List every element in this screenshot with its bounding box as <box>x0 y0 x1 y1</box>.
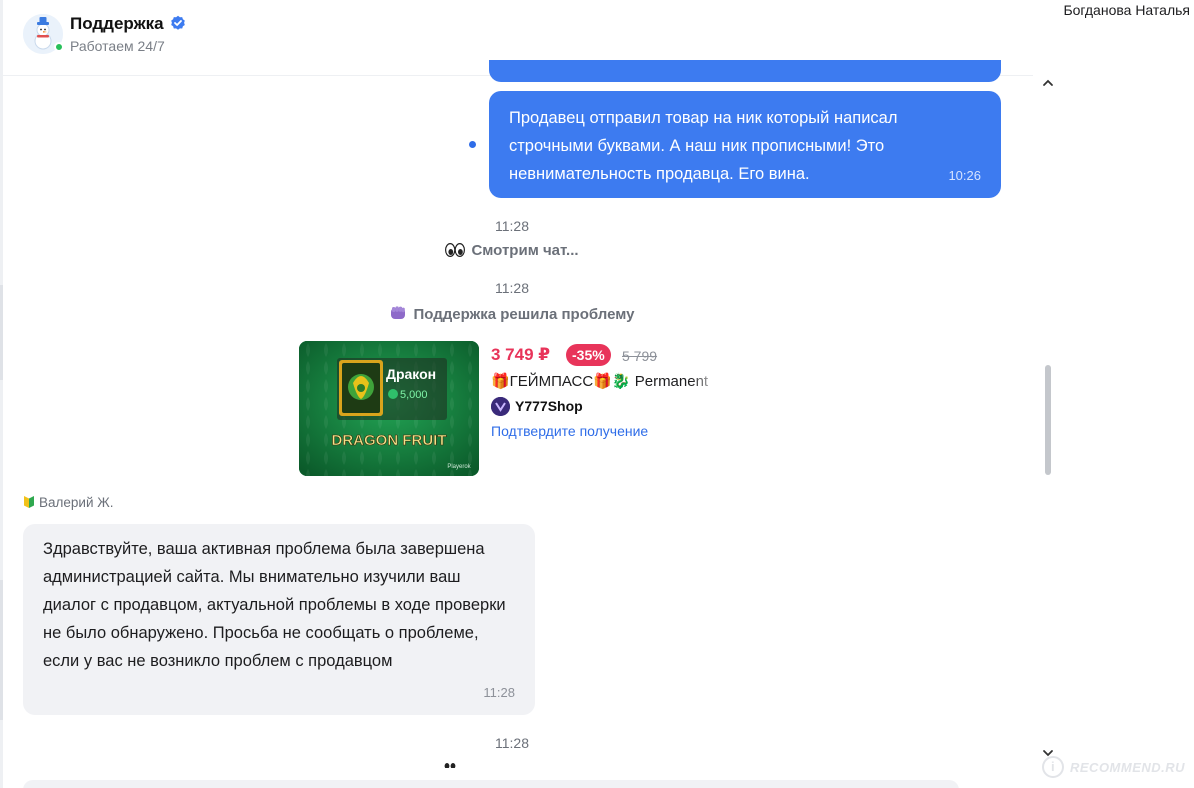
watermark: i RECOMMEND.RU <box>1042 752 1185 782</box>
previous-message-bubble <box>489 60 1001 82</box>
time-separator: 11:28 <box>495 218 529 234</box>
message-text: Здравствуйте, ваша активная проблема был… <box>43 540 506 670</box>
product-title-text: 🎁ГЕЙМПАСС🎁🐉 Permanent <box>491 373 709 390</box>
outgoing-message: Продавец отправил товар на ник который н… <box>489 91 1001 198</box>
discount-badge: -35% <box>566 344 611 366</box>
image-watermark: Playerok <box>447 464 471 470</box>
item-name: Дракон <box>386 366 436 382</box>
image-banner: DRAGON FRUIT <box>332 432 447 449</box>
user-name[interactable]: Богданова Наталья <box>1063 2 1190 18</box>
eyes-icon <box>445 243 466 257</box>
shop-logo-icon <box>491 397 510 416</box>
old-price: 5 799 <box>622 348 658 364</box>
title-fade <box>691 372 721 394</box>
system-message-text: Смотрим чат... <box>471 242 579 259</box>
time-separator: 11:28 <box>495 735 529 751</box>
product-price: 3 749 ₽ <box>491 345 551 364</box>
watermark-logo-icon: i <box>1042 756 1064 778</box>
message-input[interactable] <box>23 780 959 788</box>
scrollbar-thumb[interactable] <box>1045 365 1051 475</box>
confirm-receipt-link[interactable]: Подтвердите получение <box>491 423 648 439</box>
time-separator: 11:28 <box>495 280 529 296</box>
message-text: Продавец отправил товар на ник который н… <box>509 109 898 183</box>
unread-indicator <box>469 141 476 148</box>
cut-off-icon <box>444 763 456 768</box>
left-edge <box>0 0 3 788</box>
left-edge-mark <box>0 580 3 720</box>
shop-name[interactable]: Y777Shop <box>515 398 583 414</box>
verified-icon <box>171 15 185 30</box>
system-message: Поддержка решила проблему <box>0 304 1024 323</box>
online-indicator <box>54 42 64 52</box>
item-cost: 5,000 <box>400 389 428 401</box>
chat-title: Поддержка <box>70 14 164 33</box>
dragon-fruit-image: Дракон 5,000 DRAGON FRUIT Playerok <box>299 341 479 476</box>
left-edge-mark <box>0 285 3 380</box>
chat-status: Работаем 24/7 <box>70 38 165 54</box>
watermark-text: RECOMMEND.RU <box>1070 759 1186 775</box>
message-time: 11:28 <box>483 685 515 700</box>
shop-avatar[interactable] <box>491 397 510 416</box>
product-title[interactable]: 🎁ГЕЙМПАСС🎁🐉 Permanent <box>491 372 721 394</box>
scroll-up-icon[interactable] <box>1041 76 1055 90</box>
sender-line: Валерий Ж. <box>23 495 113 510</box>
beginner-badge-icon <box>24 496 34 508</box>
system-message-text: Поддержка решила проблему <box>413 306 635 323</box>
sender-name: Валерий Ж. <box>39 495 114 510</box>
message-time: 10:26 <box>948 168 981 183</box>
fist-icon <box>391 306 406 319</box>
incoming-message: Здравствуйте, ваша активная проблема был… <box>23 524 535 715</box>
system-message: Смотрим чат... <box>0 242 1024 259</box>
product-image[interactable]: Дракон 5,000 DRAGON FRUIT Playerok <box>299 341 479 476</box>
